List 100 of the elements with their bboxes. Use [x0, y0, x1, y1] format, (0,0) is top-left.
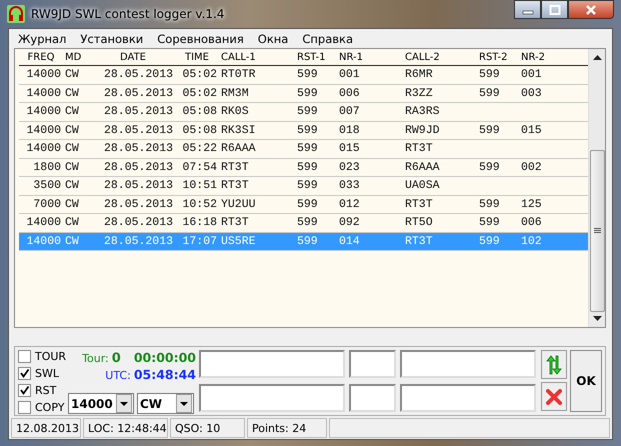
table-row[interactable]: 3500 CW 28.05.2013 10:51 RT3T 599 033 UA0SA	[19, 177, 588, 196]
table-cell-text: RT3T	[220, 216, 250, 230]
utc-time: 05:48:44	[134, 367, 196, 382]
table-cell-text: 14000	[25, 105, 62, 118]
close-icon	[585, 4, 597, 14]
column-header[interactable]: CALL-1	[219, 52, 295, 62]
table-cell-text: 599	[296, 142, 319, 156]
table-cell-text: CW	[64, 86, 80, 100]
input-field[interactable]	[199, 384, 345, 412]
column-header[interactable]: TIME	[175, 52, 219, 62]
table-cell-text: 015	[520, 124, 543, 137]
column-header[interactable]: RST-1	[295, 52, 337, 62]
input-field[interactable]	[199, 350, 345, 378]
table-cell-text: 599	[478, 160, 501, 174]
table-cell-text: 033	[338, 179, 361, 192]
table-cell-text: 14000	[25, 234, 62, 248]
table-cell-text: 599	[296, 234, 319, 248]
band-dropdown[interactable]: 14000	[68, 393, 134, 414]
table-cell-text: 28.05.2013	[102, 234, 174, 248]
scrollbar[interactable]	[588, 49, 605, 327]
column-header[interactable]: FREQ	[19, 52, 63, 62]
table-row[interactable]: 1800 CW 28.05.2013 07:54 RT3T 599 023 R6AAA 599 002	[19, 158, 588, 177]
table-cell-text: 28.05.2013	[102, 179, 174, 192]
maximize-button[interactable]	[541, 0, 568, 19]
column-header[interactable]: NR-2	[519, 52, 559, 62]
table-cell-text: 599	[478, 86, 501, 100]
table-cell-text: 7000	[32, 198, 62, 211]
table-cell-text: 28.05.2013	[102, 68, 174, 82]
table-cell-text: 001	[338, 68, 361, 82]
input-field[interactable]	[400, 350, 536, 378]
table-cell-text: 599	[296, 124, 319, 137]
menu-item[interactable]: Установки	[73, 32, 150, 46]
column-header[interactable]: MD	[63, 52, 91, 62]
mode-dropdown[interactable]: CW	[137, 393, 194, 414]
table-cell-text: 599	[296, 216, 319, 230]
table-cell-text: CW	[64, 105, 80, 118]
table-cell-text: RT3T	[220, 160, 250, 174]
table-row[interactable]: 14000 CW 28.05.2013 05:08 RK3SI 599 018 RW9JD 599 015	[19, 122, 588, 140]
table-cell-text: 007	[338, 105, 361, 118]
menu-item[interactable]: Соревнования	[150, 32, 251, 46]
table-cell-text: 599	[296, 68, 319, 82]
menu-item[interactable]: Справка	[295, 32, 360, 46]
table-cell-text: CW	[64, 216, 80, 230]
maximize-icon	[548, 4, 560, 14]
table-row[interactable]: 14000 CW 28.05.2013 05:02 RM3M 599 006 R3ZZ 599 003	[19, 84, 588, 103]
table-cell-text: RM3M	[220, 86, 250, 100]
table-cell-text: 10:52	[181, 198, 218, 211]
table-row[interactable]: 14000 CW 28.05.2013 05:02 RT0TR 599 001 R6MR 599 001	[19, 66, 588, 84]
table-cell-text: 10:51	[181, 179, 218, 192]
table-row[interactable]: 7000 CW 28.05.2013 10:52 YU2UU 599 012 RT3T 599 125	[19, 196, 588, 214]
checkbox[interactable]	[18, 384, 31, 397]
checkbox[interactable]	[18, 367, 31, 380]
table-cell-text: RT0TR	[220, 68, 257, 82]
checkbox-label: RST	[35, 384, 56, 397]
table-cell-text: 102	[520, 234, 543, 248]
grip-icon	[594, 228, 600, 234]
status-text: QSO: 10	[170, 418, 245, 438]
scroll-up-icon[interactable]	[592, 55, 602, 60]
table-cell-text: 001	[520, 68, 543, 82]
table-cell-text: R6MR	[404, 68, 434, 82]
input-field[interactable]	[349, 350, 396, 378]
table-cell-text: 28.05.2013	[102, 160, 174, 174]
table-cell-text: 28.05.2013	[102, 142, 174, 156]
table-cell-text: 28.05.2013	[102, 124, 174, 137]
table-cell-text: R3ZZ	[404, 86, 434, 100]
table-row[interactable]: 14000 CW 28.05.2013 05:22 R6AAA 599 015 RT3T	[19, 140, 588, 158]
window-title: RW9JD SWL contest logger v.1.4	[31, 7, 224, 21]
column-header[interactable]: RST-2	[477, 52, 519, 62]
input-field[interactable]	[349, 384, 396, 412]
column-header[interactable]: CALL-2	[403, 52, 477, 62]
table-cell-text: CW	[64, 160, 80, 174]
column-header[interactable]: NR-1	[337, 52, 403, 62]
swap-button[interactable]	[541, 350, 567, 379]
table-cell-text: 015	[338, 142, 361, 156]
menu-item[interactable]: Окна	[250, 32, 296, 46]
arrows-icon	[545, 354, 563, 374]
table-cell-text: CW	[64, 234, 80, 248]
delete-button[interactable]	[541, 382, 567, 411]
table-cell-text: 28.05.2013	[102, 198, 174, 211]
checkbox[interactable]	[18, 401, 31, 414]
cross-icon	[546, 388, 562, 404]
checkbox[interactable]	[18, 350, 31, 363]
minimize-button[interactable]	[514, 0, 541, 19]
ok-button[interactable]: OK	[570, 350, 602, 412]
table-cell-text: RA3RS	[404, 105, 441, 118]
table-cell-text: RT3T	[404, 198, 434, 211]
table-cell-text: CW	[64, 68, 80, 82]
scroll-down-icon[interactable]	[592, 316, 602, 321]
table-cell-text: 05:08	[181, 105, 218, 118]
close-button[interactable]	[568, 0, 614, 19]
table-row[interactable]: 14000 CW 28.05.2013 05:08 RK0S 599 007 RA3RS	[19, 103, 588, 122]
column-header[interactable]: DATE	[91, 52, 175, 62]
input-field[interactable]	[400, 384, 536, 412]
table-cell-text: 092	[338, 216, 361, 230]
menu-item[interactable]: Журнал	[11, 32, 74, 46]
table-cell-text: RT3T	[404, 234, 434, 248]
table-cell-text: 28.05.2013	[102, 86, 174, 100]
table-cell-text: 599	[296, 105, 319, 118]
table-cell-text: 599	[478, 124, 501, 137]
table-cell-text: 14000	[25, 216, 62, 230]
